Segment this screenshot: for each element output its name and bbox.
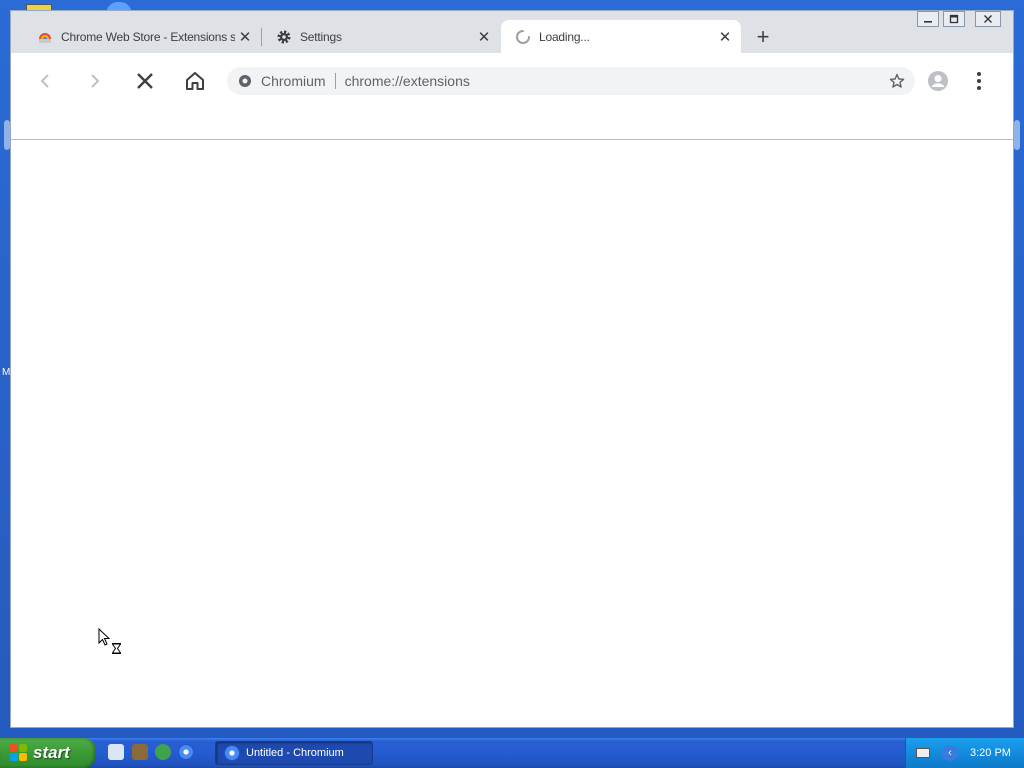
toolbar-lower-area bbox=[11, 109, 1013, 140]
show-desktop-icon[interactable] bbox=[108, 744, 124, 760]
back-button[interactable] bbox=[31, 67, 59, 95]
origin-chip: Chromium bbox=[261, 73, 326, 89]
maximize-button[interactable] bbox=[943, 11, 965, 27]
chromium-quicklaunch-icon[interactable] bbox=[178, 744, 194, 760]
chromium-window: Chrome Web Store - Extensions start ✕ Se… bbox=[10, 10, 1014, 728]
address-bar[interactable]: Chromium chrome://extensions bbox=[227, 67, 915, 95]
close-icon bbox=[137, 73, 153, 89]
close-tab-icon[interactable]: ✕ bbox=[715, 27, 735, 47]
keyboard-icon[interactable] bbox=[916, 748, 930, 758]
back-arrow-icon bbox=[40, 74, 49, 88]
avatar-icon bbox=[928, 71, 948, 91]
tab-settings[interactable]: Settings ✕ bbox=[262, 20, 500, 53]
chrome-web-store-icon bbox=[37, 29, 53, 45]
close-window-button[interactable] bbox=[975, 11, 1001, 27]
taskbar-item-label: Untitled - Chromium bbox=[246, 747, 344, 759]
system-tray: ‹ 3:20 PM bbox=[905, 738, 1024, 768]
bookmark-star-icon[interactable] bbox=[883, 67, 911, 95]
minimize-button[interactable] bbox=[917, 11, 939, 27]
close-tab-icon[interactable]: ✕ bbox=[235, 27, 255, 47]
tab-loading[interactable]: Loading... ✕ bbox=[501, 20, 741, 53]
busy-cursor-icon bbox=[98, 627, 124, 663]
tab-strip: Chrome Web Store - Extensions start ✕ Se… bbox=[11, 11, 1013, 53]
right-edge-handle bbox=[1014, 120, 1020, 150]
url-text[interactable]: chrome://extensions bbox=[345, 73, 883, 89]
chromium-icon bbox=[224, 745, 240, 761]
messenger-icon[interactable] bbox=[155, 744, 171, 760]
taskbar-item-chromium[interactable]: Untitled - Chromium bbox=[215, 741, 373, 765]
omnibox-separator bbox=[334, 73, 336, 89]
tab-title: Chrome Web Store - Extensions start bbox=[61, 29, 235, 44]
browser-toolbar: Chromium chrome://extensions bbox=[11, 53, 1013, 109]
page-content-area[interactable] bbox=[11, 140, 1013, 727]
chevron-left-icon[interactable]: ‹ bbox=[942, 745, 958, 761]
media-player-icon[interactable] bbox=[132, 744, 148, 760]
tab-title: Loading... bbox=[539, 29, 590, 44]
forward-arrow-icon bbox=[91, 74, 100, 88]
stop-loading-button[interactable] bbox=[131, 67, 159, 95]
forward-button[interactable] bbox=[81, 67, 109, 95]
home-icon bbox=[186, 72, 204, 90]
chromium-page-icon bbox=[237, 73, 253, 89]
menu-button[interactable] bbox=[965, 67, 993, 95]
new-tab-button[interactable]: + bbox=[751, 24, 775, 49]
home-button[interactable] bbox=[181, 67, 209, 95]
clock[interactable]: 3:20 PM bbox=[970, 747, 1011, 759]
gear-icon bbox=[276, 29, 292, 45]
profile-avatar-button[interactable] bbox=[924, 67, 952, 95]
start-label: start bbox=[33, 743, 70, 762]
tab-title: Settings bbox=[300, 29, 342, 44]
more-vert-icon bbox=[977, 72, 981, 90]
windows-flag-icon bbox=[10, 744, 28, 762]
close-tab-icon[interactable]: ✕ bbox=[474, 27, 494, 47]
taskbar: start Untitled - Chromium ‹ 3:20 PM bbox=[0, 738, 1024, 768]
start-button[interactable]: start bbox=[0, 738, 96, 768]
loading-spinner-icon bbox=[515, 29, 531, 45]
tab-chrome-web-store[interactable]: Chrome Web Store - Extensions start ✕ bbox=[23, 20, 261, 53]
